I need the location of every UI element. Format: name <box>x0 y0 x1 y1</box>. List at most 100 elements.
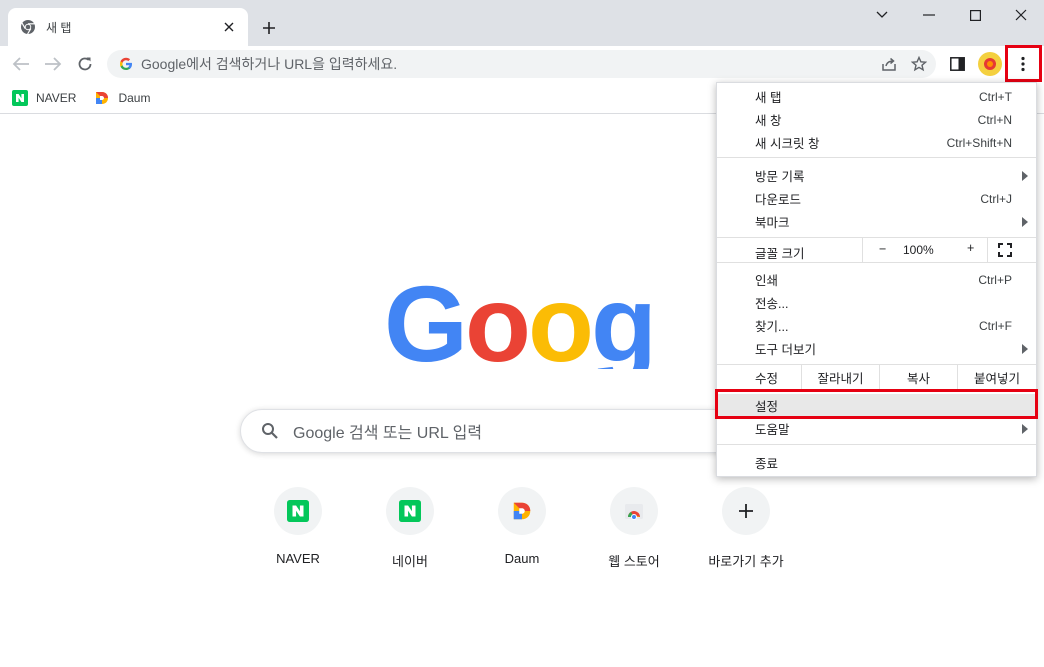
shortcut-icon-circle <box>386 487 434 535</box>
close-window-button[interactable] <box>998 4 1044 26</box>
zoom-label: 글꼴 크기 <box>755 247 805 261</box>
menu-item-bookmarks[interactable]: 북마크 <box>717 210 1036 233</box>
menu-item-label: 찾기... <box>755 320 789 334</box>
shortcut-label: 웹 스토어 <box>608 554 660 569</box>
zoom-in-button[interactable]: + <box>967 241 974 255</box>
zoom-controls: − 100% + <box>862 238 988 262</box>
menu-item-print[interactable]: 인쇄 Ctrl+P <box>717 268 1036 291</box>
close-icon[interactable] <box>220 18 238 36</box>
bookmark-naver[interactable]: NAVER <box>12 89 77 106</box>
minimize-button[interactable] <box>906 4 952 26</box>
menu-item-label: 종료 <box>755 457 779 471</box>
shortcut-icon-circle <box>274 487 322 535</box>
naver-icon <box>399 500 421 522</box>
chevron-right-icon <box>1022 423 1028 434</box>
menu-item-cast[interactable]: 전송... <box>717 291 1036 314</box>
menu-item-label: 인쇄 <box>755 274 779 288</box>
copy-button[interactable]: 복사 <box>879 365 957 390</box>
chrome-icon <box>20 19 36 35</box>
chevron-down-icon <box>876 11 888 18</box>
menu-item-label: 다운로드 <box>755 193 802 207</box>
daum-icon <box>94 90 110 106</box>
menu-item-help[interactable]: 도움말 <box>717 417 1036 440</box>
menu-item-label: 전송... <box>755 297 789 311</box>
shortcut-icon-circle <box>722 487 770 535</box>
menu-item-shortcut: Ctrl+J <box>980 191 1012 206</box>
menu-item-new-window[interactable]: 새 창 Ctrl+N <box>717 108 1036 131</box>
menu-item-label: 도움말 <box>755 423 790 437</box>
back-button[interactable] <box>9 53 33 75</box>
menu-item-shortcut: Ctrl+P <box>978 272 1012 287</box>
menu-item-label: 새 탭 <box>755 91 782 105</box>
share-icon[interactable] <box>876 51 902 77</box>
shortcut-label: NAVER <box>276 551 320 566</box>
tab-new-tab[interactable]: 새 탭 <box>8 8 248 46</box>
bookmark-label: NAVER <box>36 90 77 105</box>
menu-item-label: 방문 기록 <box>755 170 805 184</box>
menu-item-downloads[interactable]: 다운로드 Ctrl+J <box>717 187 1036 210</box>
menu-item-shortcut: Ctrl+Shift+N <box>946 135 1012 150</box>
shortcut-tile-webstore[interactable]: 웹 스토어 <box>578 487 690 577</box>
paste-button[interactable]: 붙여넣기 <box>957 365 1036 390</box>
menu-item-label: 새 창 <box>755 114 782 128</box>
cut-button[interactable]: 잘라내기 <box>801 365 879 390</box>
omnibox[interactable]: Google에서 검색하거나 URL을 입력하세요. <box>107 50 936 78</box>
menu-divider <box>717 157 1036 158</box>
shortcut-icon-circle <box>498 487 546 535</box>
bookmark-star-icon[interactable] <box>906 51 932 77</box>
shortcut-tile-daum[interactable]: Daum <box>466 487 578 577</box>
menu-item-exit[interactable]: 종료 <box>717 451 1036 474</box>
forward-arrow-icon <box>45 57 62 71</box>
side-panel-icon[interactable] <box>945 52 969 76</box>
chevron-right-icon <box>1022 343 1028 354</box>
forward-button[interactable] <box>41 53 65 75</box>
menu-item-history[interactable]: 방문 기록 <box>717 164 1036 187</box>
shortcut-label: 네이버 <box>392 554 428 569</box>
bookmark-label: Daum <box>118 90 151 105</box>
ntp-search-box[interactable]: Google 검색 또는 URL 입력 <box>240 409 780 453</box>
naver-icon <box>287 500 309 522</box>
menu-divider <box>717 444 1036 445</box>
daum-icon <box>513 502 531 520</box>
settings-highlight <box>715 389 1038 419</box>
google-g-icon <box>119 57 133 71</box>
shortcut-tile-naver[interactable]: NAVER <box>242 487 354 577</box>
menu-item-find[interactable]: 찾기... Ctrl+F <box>717 314 1036 337</box>
zoom-out-button[interactable]: − <box>879 242 886 256</box>
add-shortcut-button[interactable]: 바로가기 추가 <box>690 487 802 577</box>
menu-zoom-row: 글꼴 크기 − 100% + <box>717 238 1036 262</box>
new-tab-button[interactable] <box>258 17 280 39</box>
menu-edit-row: 수정 잘라내기 복사 붙여넣기 <box>717 365 1036 390</box>
shortcut-tile-naver-kr[interactable]: 네이버 <box>354 487 466 577</box>
reload-button[interactable] <box>73 53 97 75</box>
edit-label: 수정 <box>755 372 779 386</box>
menu-item-label: 도구 더보기 <box>755 343 816 357</box>
menu-button-highlight <box>1005 45 1042 82</box>
menu-item-shortcut: Ctrl+F <box>979 318 1012 333</box>
omnibox-placeholder: Google에서 검색하거나 URL을 입력하세요. <box>141 56 398 72</box>
shortcut-label: Daum <box>504 551 540 566</box>
reload-icon <box>78 57 92 71</box>
fullscreen-icon[interactable] <box>998 243 1012 257</box>
zoom-level: 100% <box>903 243 934 257</box>
google-logo: Google <box>384 277 660 369</box>
menu-item-label: 북마크 <box>755 216 790 230</box>
shortcut-label: 바로가기 추가 <box>708 554 784 569</box>
tab-search-button[interactable] <box>859 4 905 26</box>
profile-avatar-icon[interactable] <box>978 52 1002 76</box>
menu-item-label: 새 시크릿 창 <box>755 137 820 151</box>
chevron-right-icon <box>1022 170 1028 181</box>
shortcut-icon-circle <box>610 487 658 535</box>
toolbar: Google에서 검색하거나 URL을 입력하세요. <box>0 46 1044 82</box>
menu-item-new-tab[interactable]: 새 탭 Ctrl+T <box>717 85 1036 108</box>
bookmark-daum[interactable]: Daum <box>94 90 150 106</box>
chrome-webstore-icon <box>625 504 643 520</box>
maximize-button[interactable] <box>952 4 998 26</box>
shortcut-tiles: NAVER 네이버 Daum 웹 스토어 바로가기 추가 <box>242 487 802 577</box>
menu-item-incognito[interactable]: 새 시크릿 창 Ctrl+Shift+N <box>717 131 1036 154</box>
search-icon <box>261 422 279 440</box>
menu-item-more-tools[interactable]: 도구 더보기 <box>717 337 1036 360</box>
tab-strip: 새 탭 <box>0 0 1044 46</box>
naver-icon <box>12 89 28 106</box>
tab-title: 새 탭 <box>46 20 72 35</box>
